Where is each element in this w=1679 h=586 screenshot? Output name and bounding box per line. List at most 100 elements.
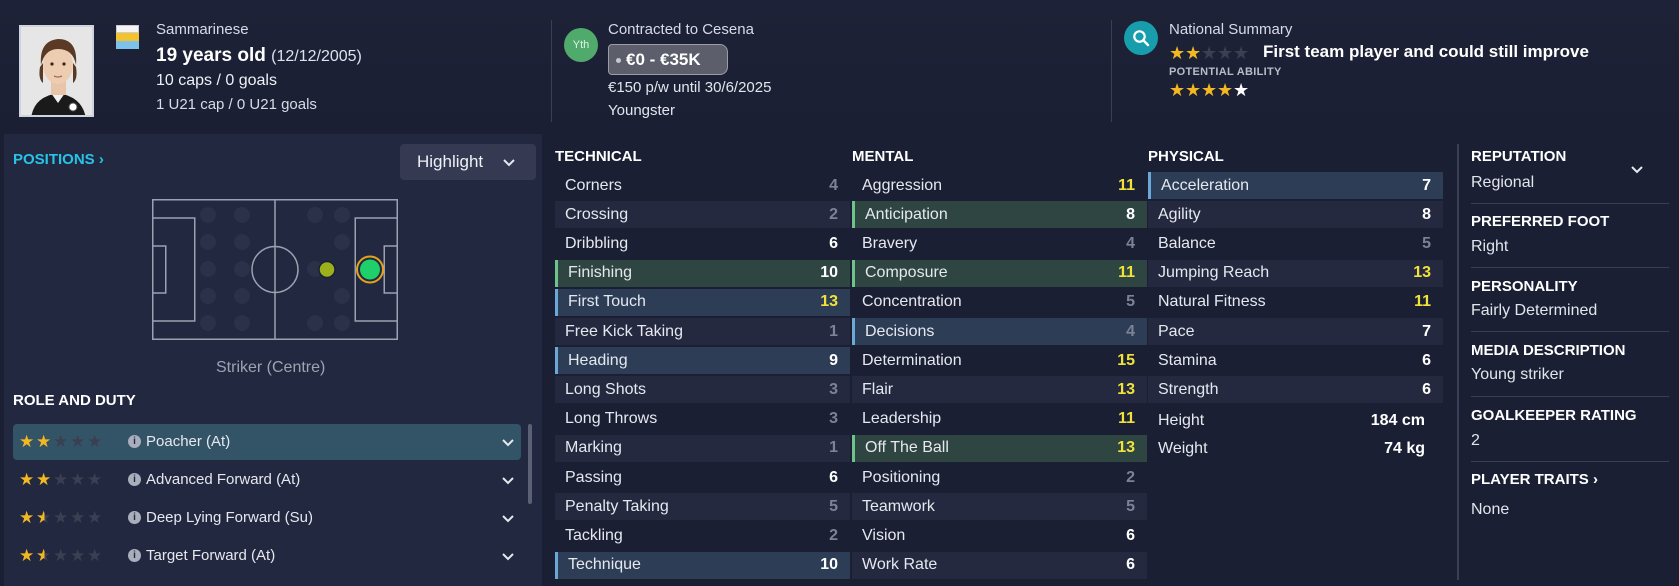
technical-title: TECHNICAL xyxy=(555,148,642,165)
transfer-value-tag[interactable]: €0 - €35K xyxy=(608,44,728,75)
player-photo xyxy=(19,25,94,117)
attribute-name: Off The Ball xyxy=(865,439,949,457)
attribute-row[interactable]: Determination 15 xyxy=(852,347,1147,374)
attribute-row[interactable]: Flair 13 xyxy=(852,376,1147,403)
attribute-value: 5 xyxy=(1126,293,1135,311)
role-rating-stars: ★ ★ ★ ★ ★ xyxy=(19,509,104,527)
attribute-row[interactable]: Stamina 6 xyxy=(1148,347,1443,374)
attribute-row[interactable]: Agility 8 xyxy=(1148,201,1443,228)
role-row[interactable]: ★ ★ ★ ★ ★ i Target Forward (At) xyxy=(13,538,521,574)
attribute-name: Dribbling xyxy=(565,234,629,252)
role-label: Poacher (At) xyxy=(146,433,231,450)
role-row[interactable]: ★ ★ ★ ★ ★ i Deep Lying Forward (Su) xyxy=(13,500,521,536)
attribute-name: Heading xyxy=(568,351,628,369)
attribute-row[interactable]: Bravery 4 xyxy=(852,230,1147,257)
attribute-row[interactable]: Decisions 4 xyxy=(852,318,1147,345)
attribute-value: 8 xyxy=(1422,205,1431,223)
player-traits-link[interactable]: PLAYER TRAITS › xyxy=(1471,471,1598,488)
positions-title: POSITIONS xyxy=(13,151,95,168)
divider xyxy=(1471,267,1669,268)
role-label: Deep Lying Forward (Su) xyxy=(146,509,314,526)
positions-link[interactable]: POSITIONS › xyxy=(13,151,104,168)
attribute-row[interactable]: Composure 11 xyxy=(852,259,1147,287)
transfer-value: €0 - €35K xyxy=(626,49,701,69)
attribute-name: Long Throws xyxy=(565,410,658,428)
attribute-name: Agility xyxy=(1158,205,1201,223)
star-icon: ★ xyxy=(87,470,103,489)
info-icon[interactable]: i xyxy=(128,435,141,448)
chevron-down-icon[interactable] xyxy=(501,549,515,563)
attribute-row[interactable]: Finishing 10 xyxy=(555,259,850,287)
chevron-down-icon[interactable] xyxy=(501,473,515,487)
attribute-row[interactable]: Crossing 2 xyxy=(555,201,850,228)
attribute-value: 2 xyxy=(829,205,838,223)
chevron-down-icon[interactable] xyxy=(501,435,515,449)
attribute-row[interactable]: Balance 5 xyxy=(1148,230,1443,257)
attribute-value: 4 xyxy=(829,176,838,194)
attribute-value: 13 xyxy=(1117,380,1135,398)
role-list-scrollbar[interactable] xyxy=(528,424,532,504)
attribute-name: Composure xyxy=(865,264,948,282)
attribute-row[interactable]: Acceleration 7 xyxy=(1148,172,1443,199)
divider xyxy=(1471,203,1669,204)
attribute-row[interactable]: Teamwork 5 xyxy=(852,493,1147,520)
role-duty-title: ROLE AND DUTY xyxy=(13,392,136,409)
info-icon[interactable]: i xyxy=(128,473,141,486)
media-description-title: MEDIA DESCRIPTION xyxy=(1471,342,1626,359)
scout-search-icon[interactable] xyxy=(1124,21,1158,55)
attribute-row[interactable]: Marking 1 xyxy=(555,435,850,462)
attribute-row[interactable]: Leadership 11 xyxy=(852,406,1147,433)
attribute-value: 4 xyxy=(1126,234,1135,252)
attribute-row[interactable]: Dribbling 6 xyxy=(555,230,850,257)
attribute-name: Pace xyxy=(1158,322,1195,340)
star-icon: ★ xyxy=(53,470,69,489)
attribute-row[interactable]: Strength 6 xyxy=(1148,376,1443,403)
attribute-name: Jumping Reach xyxy=(1158,264,1270,282)
role-row[interactable]: ★ ★ ★ ★ ★ i Poacher (At) xyxy=(13,424,521,460)
role-row[interactable]: ★ ★ ★ ★ ★ i Advanced Forward (At) xyxy=(13,462,521,498)
star-icon: ★ xyxy=(36,508,52,527)
attribute-row[interactable]: Long Shots 3 xyxy=(555,376,850,403)
attribute-row[interactable]: Free Kick Taking 1 xyxy=(555,318,850,345)
attribute-row[interactable]: Vision 6 xyxy=(852,522,1147,549)
physical-title: PHYSICAL xyxy=(1148,148,1224,165)
attribute-row[interactable]: Passing 6 xyxy=(555,464,850,491)
chevron-down-icon[interactable] xyxy=(501,511,515,525)
attribute-row[interactable]: Technique 10 xyxy=(555,551,850,579)
attribute-row[interactable]: Anticipation 8 xyxy=(852,201,1147,229)
attribute-row[interactable]: Natural Fitness 11 xyxy=(1148,289,1443,316)
date-of-birth: (12/12/2005) xyxy=(271,48,362,65)
preferred-foot-title: PREFERRED FOOT xyxy=(1471,213,1610,230)
personality-value: Fairly Determined xyxy=(1471,302,1598,319)
attribute-row[interactable]: Concentration 5 xyxy=(852,289,1147,316)
info-icon[interactable]: i xyxy=(128,549,141,562)
attribute-name: Tackling xyxy=(565,526,623,544)
attribute-row[interactable]: Aggression 11 xyxy=(852,172,1147,199)
attribute-row[interactable]: Heading 9 xyxy=(555,347,850,375)
attribute-row[interactable]: Tackling 2 xyxy=(555,522,850,549)
attribute-name: Marking xyxy=(565,439,622,457)
attribute-name: Anticipation xyxy=(865,205,948,223)
contract-club[interactable]: Contracted to Cesena xyxy=(608,21,754,38)
attribute-row[interactable]: Positioning 2 xyxy=(852,464,1147,491)
attribute-name: Long Shots xyxy=(565,380,646,398)
attribute-row[interactable]: Off The Ball 13 xyxy=(852,434,1147,462)
national-summary-text: First team player and could still improv… xyxy=(1263,42,1589,61)
position-label: Striker (Centre) xyxy=(216,359,326,376)
attribute-row[interactable]: Jumping Reach 13 xyxy=(1148,260,1443,287)
star-icon: ★ xyxy=(87,508,103,527)
player-age: 19 years old (12/12/2005) xyxy=(156,45,362,67)
attribute-value: 3 xyxy=(829,380,838,398)
attribute-row[interactable]: Pace 7 xyxy=(1148,318,1443,345)
info-icon[interactable]: i xyxy=(128,511,141,524)
attribute-row[interactable]: Long Throws 3 xyxy=(555,406,850,433)
highlight-dropdown[interactable]: Highlight xyxy=(400,144,536,180)
attribute-row[interactable]: Corners 4 xyxy=(555,172,850,199)
attribute-row[interactable]: First Touch 13 xyxy=(555,288,850,316)
chevron-down-icon[interactable] xyxy=(1630,162,1644,176)
header-divider xyxy=(551,20,552,122)
attribute-row[interactable]: Work Rate 6 xyxy=(852,552,1147,579)
attribute-value: 9 xyxy=(829,351,838,369)
attribute-row[interactable]: Penalty Taking 5 xyxy=(555,493,850,520)
player-nationality: Sammarinese xyxy=(156,21,249,38)
